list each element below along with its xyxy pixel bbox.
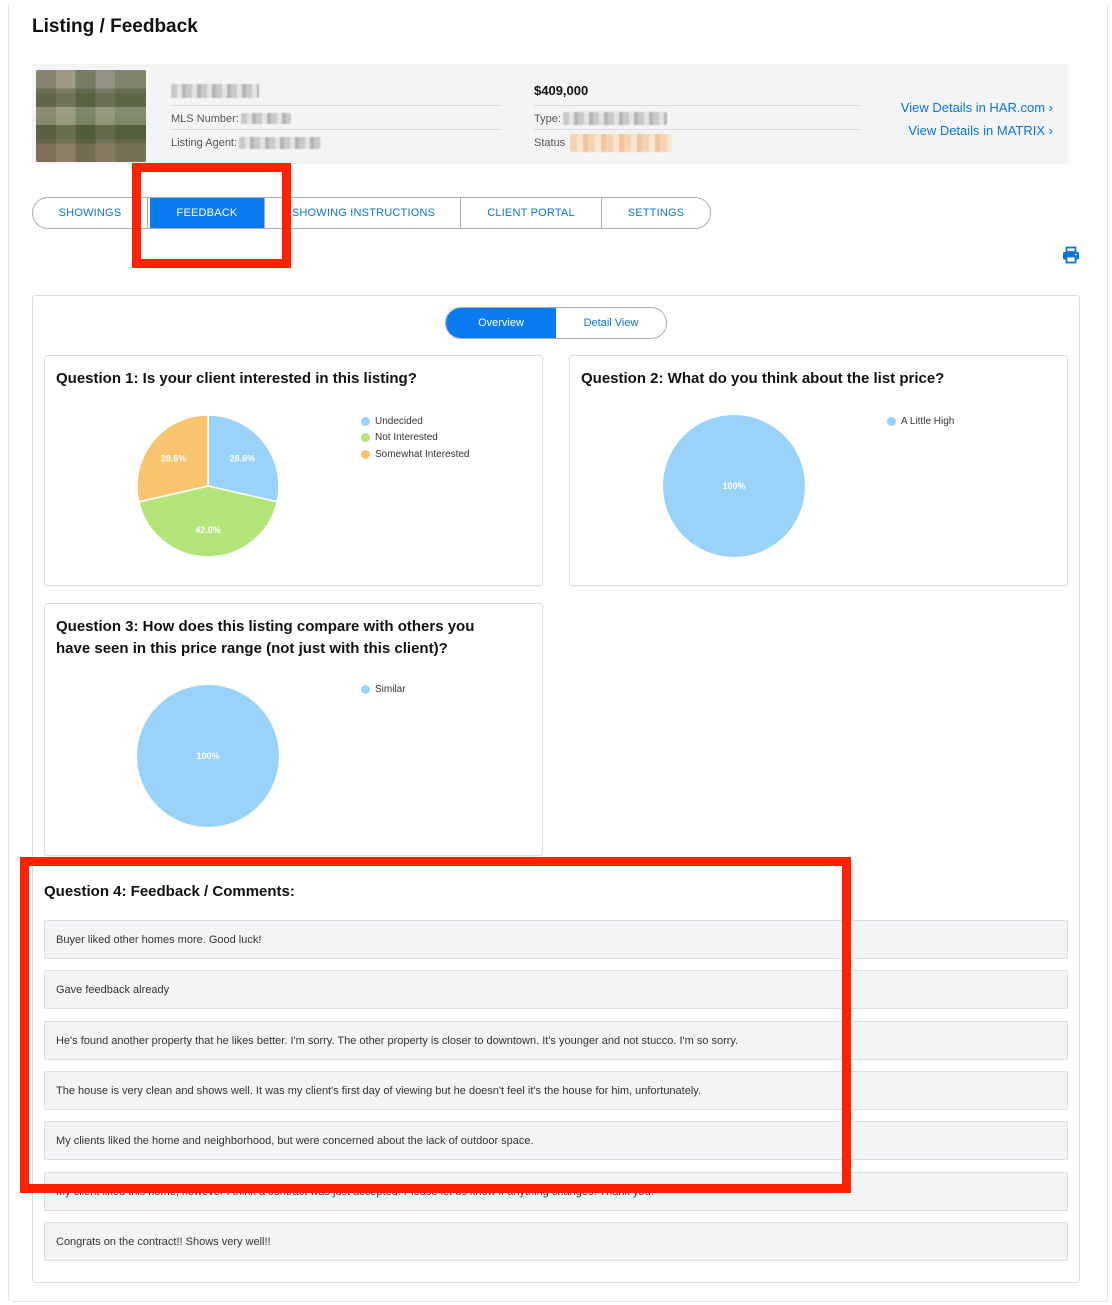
legend-item[interactable]: Similar [361,681,406,698]
question-2-title: Question 2: What do you think about the … [581,370,945,387]
legend-swatch [361,416,370,426]
tab-showings[interactable]: SHOWINGS [33,198,148,228]
legend-swatch [361,433,370,443]
feedback-comment: My clients liked the home and neighborho… [44,1121,1068,1160]
legend-item[interactable]: Somewhat Interested [361,446,470,463]
pie-data-label: 28.6% [161,454,187,464]
printer-icon[interactable] [1062,246,1080,264]
page-title: Listing / Feedback [32,16,198,37]
redacted-mls-number [240,113,291,124]
redacted-agent-name [239,137,322,149]
question-3-legend: Similar [361,681,406,698]
redacted-status-badge [570,134,673,152]
listing-type-label: Type: [534,112,561,125]
listing-agent-label: Listing Agent: [171,137,238,149]
question-4-title: Question 4: Feedback / Comments: [44,883,295,900]
pie-data-label: 100% [196,751,219,761]
view-details-matrix-link[interactable]: View Details in MATRIX › [901,119,1053,142]
mls-number-row: MLS Number: [171,108,501,130]
view-toggle: Overview Detail View [445,307,667,339]
feedback-comment: My client liked this home, however I thi… [44,1172,1068,1211]
legend-label: A Little High [901,415,955,427]
legend-swatch [361,684,370,694]
listing-status-label: Status [534,137,566,149]
tab-feedback[interactable]: FEEDBACK [150,198,265,228]
legend-item[interactable]: Not Interested [361,430,470,447]
tab-client-portal[interactable]: CLIENT PORTAL [461,198,602,228]
question-1-title: Question 1: Is your client interested in… [56,370,417,387]
feedback-comment: He's found another property that he like… [44,1021,1068,1060]
view-details-har-link[interactable]: View Details in HAR.com › [901,96,1053,119]
question-2-pie-chart: 100% [663,415,805,557]
question-3-title: Question 3: How does this listing compar… [56,618,475,657]
overview-toggle-button[interactable]: Overview [446,308,556,338]
feedback-comment: Congrats on the contract!! Shows very we… [44,1222,1068,1261]
listing-agent-row: Listing Agent: [171,132,501,154]
legend-label: Not Interested [375,432,438,444]
question-2-legend: A Little High [887,413,954,430]
question-3-card: Question 3: How does this listing compar… [44,603,543,856]
redacted-listing-type [562,112,667,125]
listing-price: $409,000 [534,76,860,106]
tab-showing-instructions[interactable]: SHOWING INSTRUCTIONS [267,198,461,228]
legend-label: Somewhat Interested [375,448,470,460]
legend-label: Undecided [375,415,423,427]
legend-swatch [887,416,896,426]
pie-data-label: 42.9% [195,525,221,535]
mls-number-label: MLS Number: [171,112,239,125]
feedback-comment: Gave feedback already [44,970,1068,1009]
redacted-address [171,84,259,98]
question-1-card: Question 1: Is your client interested in… [44,355,543,586]
question-2-card: Question 2: What do you think about the … [569,355,1068,586]
legend-item[interactable]: A Little High [887,413,954,430]
details-links: View Details in HAR.com › View Details i… [901,96,1053,142]
tab-settings[interactable]: SETTINGS [602,198,710,228]
question-3-pie-chart: 100% [137,685,279,827]
listing-address [171,76,501,106]
feedback-comment: The house is very clean and shows well. … [44,1071,1068,1110]
listing-photo[interactable] [36,70,146,162]
question-1-pie-chart: 28.6% 42.9% 28.6% [136,414,280,558]
question-1-legend: Undecided Not Interested Somewhat Interest… [361,413,470,463]
legend-swatch [361,449,370,459]
listing-status-row: Status [534,132,860,154]
detail-view-toggle-button[interactable]: Detail View [556,308,666,338]
listing-summary-card: MLS Number: Listing Agent: $409,000 Type… [32,64,1069,164]
pie-data-label: 100% [722,481,745,491]
legend-item[interactable]: Undecided [361,413,470,430]
pie-data-label: 28.6% [230,454,256,464]
listing-tabs: SHOWINGS FEEDBACK SHOWING INSTRUCTIONS C… [32,197,711,229]
listing-type-row: Type: [534,108,860,130]
legend-label: Similar [375,683,406,695]
feedback-comment: Buyer liked other homes more. Good luck! [44,920,1068,959]
